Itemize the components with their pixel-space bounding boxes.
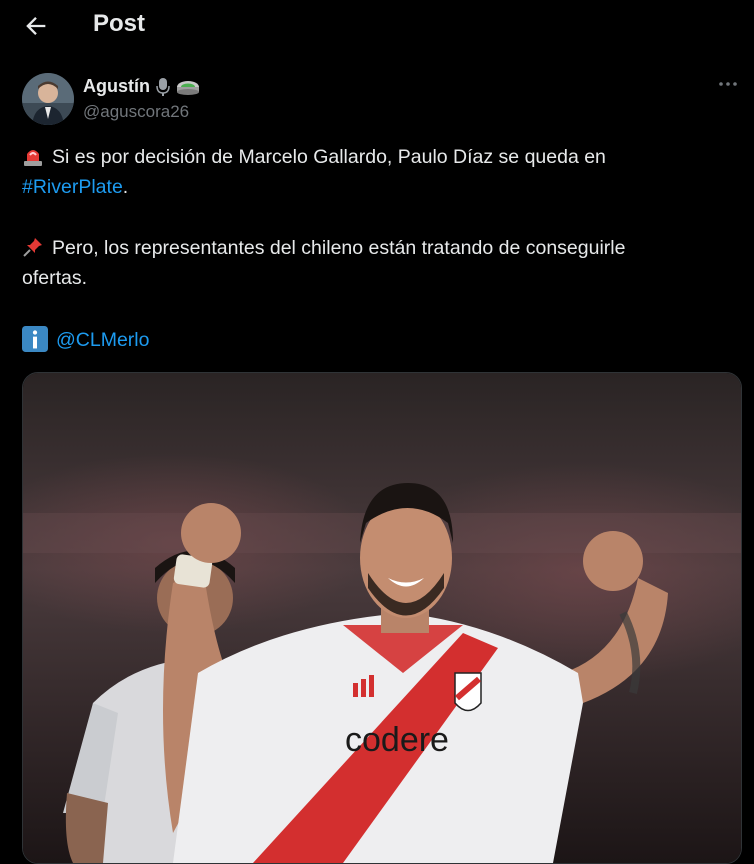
page-title: Post — [93, 10, 146, 37]
post-line-1: Si es por decisión de Marcelo Gallardo, … — [52, 146, 606, 168]
post-image[interactable]: 7 codere — [22, 372, 742, 864]
top-bar: Post — [0, 0, 754, 52]
photo-footballer-celebrating: 7 codere — [23, 373, 741, 863]
stadium-icon — [177, 80, 199, 95]
post-paragraph-1: Si es por decisión de Marcelo Gallardo, … — [22, 142, 734, 202]
jersey-brand: codere — [345, 721, 449, 759]
author-name[interactable]: Agustín — [83, 76, 150, 97]
mention-link[interactable]: @CLMerlo — [56, 329, 149, 351]
information-icon — [22, 326, 48, 352]
microphone-icon — [156, 77, 170, 96]
post-paragraph-3: @CLMerlo — [22, 325, 734, 355]
more-options-icon[interactable] — [718, 78, 738, 90]
hashtag-suffix: . — [122, 176, 129, 198]
avatar-photo — [22, 73, 74, 125]
back-arrow-icon[interactable] — [22, 12, 50, 40]
author-handle[interactable]: @aguscora26 — [83, 102, 189, 122]
post-paragraph-2: Pero, los representantes del chileno est… — [22, 233, 734, 293]
post-line-3: ofertas. — [22, 267, 88, 289]
post-line-2: Pero, los representantes del chileno est… — [52, 237, 626, 259]
hashtag-link[interactable]: #RiverPlate — [22, 176, 123, 198]
author-name-row[interactable]: Agustín — [83, 76, 200, 97]
avatar[interactable] — [22, 73, 74, 125]
rotating-light-icon — [24, 150, 42, 166]
pushpin-icon — [23, 238, 42, 257]
